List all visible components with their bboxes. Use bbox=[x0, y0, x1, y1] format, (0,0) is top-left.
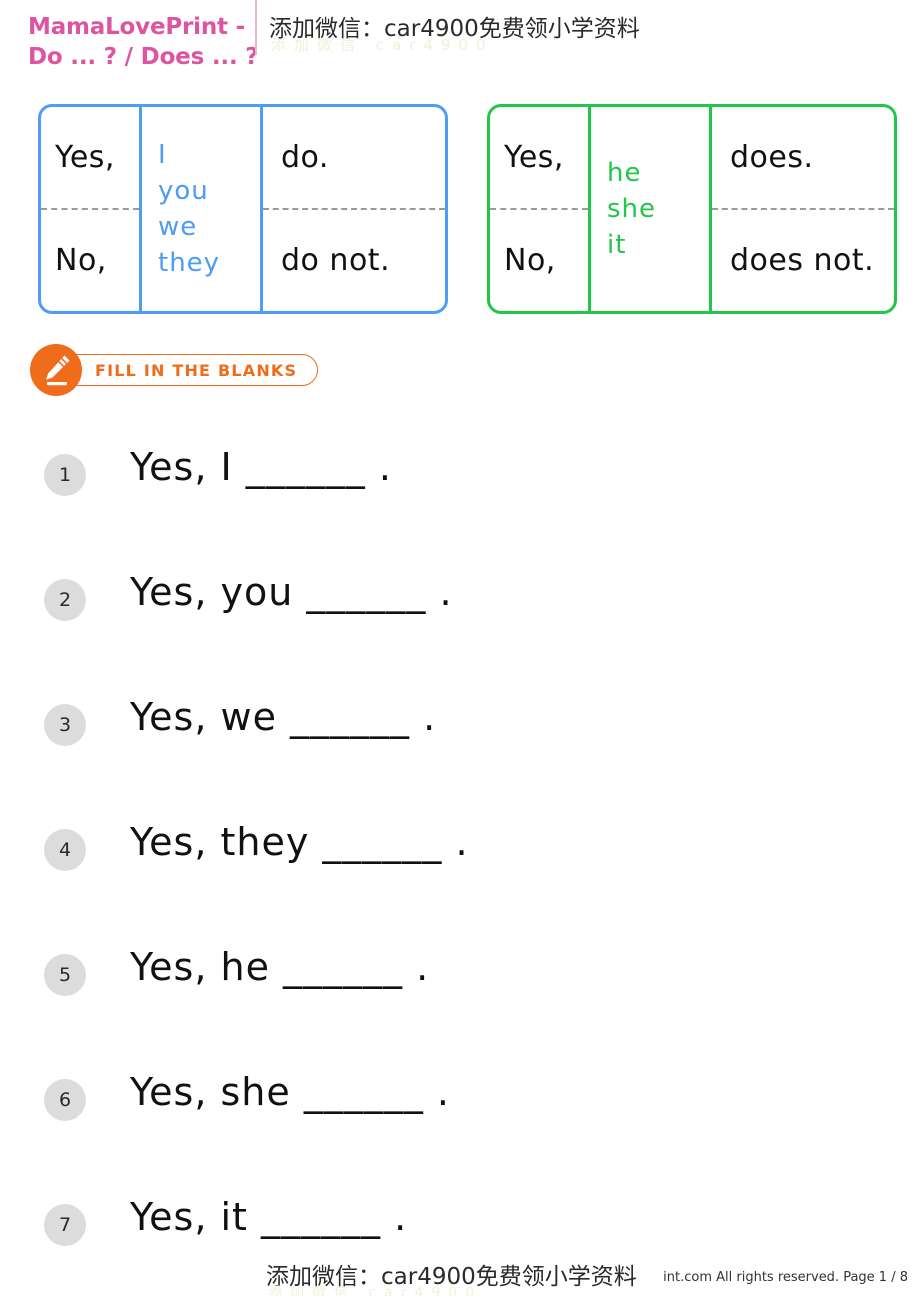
question-text[interactable]: Yes, it ______ . bbox=[130, 1190, 407, 1244]
do-pronoun-item: I bbox=[158, 140, 167, 170]
do-chart-yes-label: Yes, bbox=[41, 107, 139, 210]
question-text[interactable]: Yes, I ______ . bbox=[130, 440, 392, 494]
do-chart-subject-column: Yes, No, bbox=[41, 107, 139, 311]
watermark-ghost-top: 添加微信 car4900 bbox=[271, 36, 494, 54]
do-pronoun-item: we bbox=[158, 212, 198, 242]
question-text[interactable]: Yes, you ______ . bbox=[130, 565, 453, 619]
does-chart-no-label: No, bbox=[504, 243, 556, 278]
question-text[interactable]: Yes, he ______ . bbox=[130, 940, 429, 994]
does-chart-pronoun-stack: he she it bbox=[591, 107, 709, 311]
do-pronoun-item: they bbox=[158, 248, 221, 278]
question-number: 3 bbox=[44, 704, 86, 746]
does-answer-chart: Yes, No, he she it does. does not. bbox=[487, 104, 897, 314]
worksheet-page: MamaLovePrint - Do ... ? / Does ... ? 添加… bbox=[0, 0, 920, 1302]
question-row: 4 Yes, they ______ . bbox=[44, 815, 904, 940]
question-text[interactable]: Yes, she ______ . bbox=[130, 1065, 450, 1119]
do-chart-verb-column: do. do not. bbox=[263, 107, 445, 311]
do-chart-negative-verb: do not. bbox=[281, 243, 391, 278]
watermark-overlay-bottom: 添加微信：car4900免费领小学资料 添加微信 car4900 bbox=[258, 1252, 664, 1296]
does-chart-negative-verb: does not. bbox=[730, 243, 875, 278]
do-chart-affirmative-verb: do. bbox=[263, 107, 445, 210]
does-chart-pronoun-column: he she it bbox=[588, 107, 712, 311]
question-row: 5 Yes, he ______ . bbox=[44, 940, 904, 1065]
do-chart-no-label: No, bbox=[55, 243, 107, 278]
does-pronoun-item: she bbox=[607, 194, 657, 224]
watermark-overlay-top: 添加微信：car4900免费领小学资料 添加微信 car4900 bbox=[255, 0, 685, 55]
does-chart-subject-column: Yes, No, bbox=[490, 107, 588, 311]
question-text[interactable]: Yes, they ______ . bbox=[130, 815, 469, 869]
question-number: 5 bbox=[44, 954, 86, 996]
question-number: 2 bbox=[44, 579, 86, 621]
does-pronoun-item: it bbox=[607, 230, 627, 260]
do-pronoun-item: you bbox=[158, 176, 209, 206]
question-row: 1 Yes, I ______ . bbox=[44, 440, 904, 565]
question-number: 6 bbox=[44, 1079, 86, 1121]
badge-text: FILL IN THE BLANKS bbox=[95, 360, 298, 380]
does-chart-affirmative-verb: does. bbox=[712, 107, 894, 210]
question-row: 3 Yes, we ______ . bbox=[44, 690, 904, 815]
does-chart-yes-label: Yes, bbox=[490, 107, 588, 210]
question-text[interactable]: Yes, we ______ . bbox=[130, 690, 436, 744]
fill-in-the-blanks-label: FILL IN THE BLANKS bbox=[58, 354, 319, 386]
do-answer-chart: Yes, No, I you we they do. do not. bbox=[38, 104, 448, 314]
question-row: 2 Yes, you ______ . bbox=[44, 565, 904, 690]
pencil-icon bbox=[30, 344, 82, 396]
do-chart-pronoun-column: I you we they bbox=[139, 107, 263, 311]
question-number: 1 bbox=[44, 454, 86, 496]
do-chart-pronoun-stack: I you we they bbox=[142, 107, 260, 311]
does-pronoun-item: he bbox=[607, 158, 642, 188]
does-chart-verb-column: does. does not. bbox=[712, 107, 894, 311]
watermark-ghost-bottom: 添加微信 car4900 bbox=[268, 1285, 483, 1296]
section-badge: FILL IN THE BLANKS bbox=[30, 344, 319, 396]
question-row: 6 Yes, she ______ . bbox=[44, 1065, 904, 1190]
questions-list: 1 Yes, I ______ . 2 Yes, you ______ . 3 … bbox=[44, 440, 904, 1302]
question-number: 7 bbox=[44, 1204, 86, 1246]
question-number: 4 bbox=[44, 829, 86, 871]
